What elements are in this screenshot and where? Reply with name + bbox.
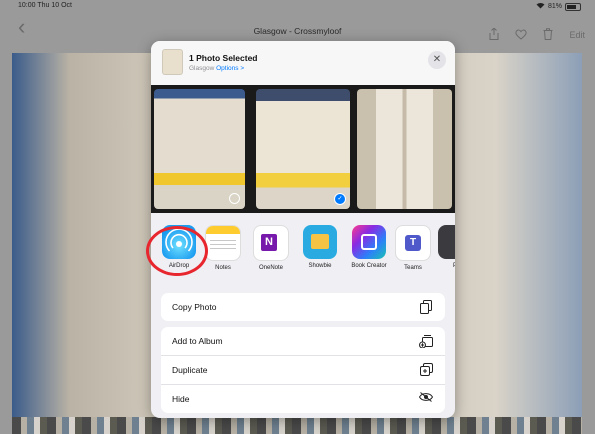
teams-icon: T — [395, 225, 431, 261]
close-icon[interactable]: ✕ — [428, 51, 446, 69]
highlight-ring-annotation — [146, 226, 208, 276]
status-time: 10:00 Thu 10 Oct — [18, 2, 72, 9]
selection-title: 1 Photo Selected — [189, 53, 258, 63]
onenote-glyph: N — [261, 234, 277, 251]
app-label: P — [452, 263, 455, 269]
copy-photo-action[interactable]: Copy Photo — [161, 293, 445, 321]
book-creator-icon — [352, 225, 386, 259]
photo-filmstrip[interactable] — [12, 417, 582, 434]
trash-icon[interactable] — [543, 28, 553, 42]
add-album-icon — [419, 334, 433, 349]
share-app-more[interactable]: P — [433, 225, 455, 269]
action-label: Add to Album — [172, 336, 223, 346]
photo-preview[interactable] — [154, 89, 245, 209]
status-bar: 10:00 Thu 10 Oct 81% — [0, 0, 595, 12]
app-label: Book Creator — [351, 263, 387, 269]
photo-preview[interactable] — [357, 89, 452, 209]
share-icon[interactable] — [489, 27, 499, 42]
share-actions-group: Add to Album Duplicate Hide — [161, 327, 445, 413]
action-label: Hide — [172, 394, 190, 404]
selection-circle-icon[interactable] — [229, 193, 240, 204]
notes-icon — [205, 225, 241, 261]
selected-photo-thumbnail — [163, 50, 182, 74]
action-label: Duplicate — [172, 365, 208, 375]
status-right: 81% — [536, 2, 581, 11]
battery-percent: 81% — [547, 3, 562, 10]
share-actions-group: Copy Photo — [161, 293, 445, 321]
photo-toolbar: ‹ Glasgow - Crossmyloof Edit — [0, 12, 595, 42]
selection-location: Glasgow — [189, 65, 215, 72]
share-app-teams[interactable]: T Teams — [391, 225, 435, 271]
app-label: OneNote — [258, 265, 283, 271]
share-sheet: 1 Photo Selected Glasgow Options > ✕ ✓ A… — [151, 41, 455, 418]
more-app-icon — [438, 225, 455, 259]
options-link[interactable]: Options > — [216, 65, 244, 72]
share-sheet-header: 1 Photo Selected Glasgow Options > ✕ — [151, 41, 455, 85]
share-app-book-creator[interactable]: Book Creator — [347, 225, 391, 269]
hide-action[interactable]: Hide — [161, 385, 445, 413]
duplicate-icon — [419, 363, 433, 377]
onenote-icon: N — [253, 225, 289, 261]
app-label: Showbie — [308, 263, 332, 269]
app-label: Notes — [215, 265, 231, 271]
share-app-onenote[interactable]: N OneNote — [249, 225, 293, 271]
photo-preview-selected[interactable]: ✓ — [256, 89, 350, 209]
battery-icon — [565, 2, 581, 11]
toolbar-actions: Edit — [489, 27, 585, 42]
checkmark-icon[interactable]: ✓ — [334, 193, 346, 205]
selection-subtitle: Glasgow Options > — [189, 65, 244, 72]
teams-glyph: T — [405, 235, 421, 251]
edit-button[interactable]: Edit — [569, 30, 585, 40]
action-label: Copy Photo — [172, 302, 217, 312]
screen: 10:00 Thu 10 Oct 81% ‹ Glasgow - Crossmy… — [0, 0, 595, 434]
photo-preview-strip: ✓ — [151, 85, 455, 213]
hide-eye-icon — [418, 392, 434, 406]
heart-icon[interactable] — [515, 29, 528, 42]
wifi-icon — [536, 2, 545, 11]
showbie-icon — [303, 225, 337, 259]
copy-icon — [419, 300, 433, 314]
share-app-showbie[interactable]: Showbie — [298, 225, 342, 269]
app-label: Teams — [404, 265, 422, 271]
add-to-album-action[interactable]: Add to Album — [161, 327, 445, 356]
duplicate-action[interactable]: Duplicate — [161, 356, 445, 385]
